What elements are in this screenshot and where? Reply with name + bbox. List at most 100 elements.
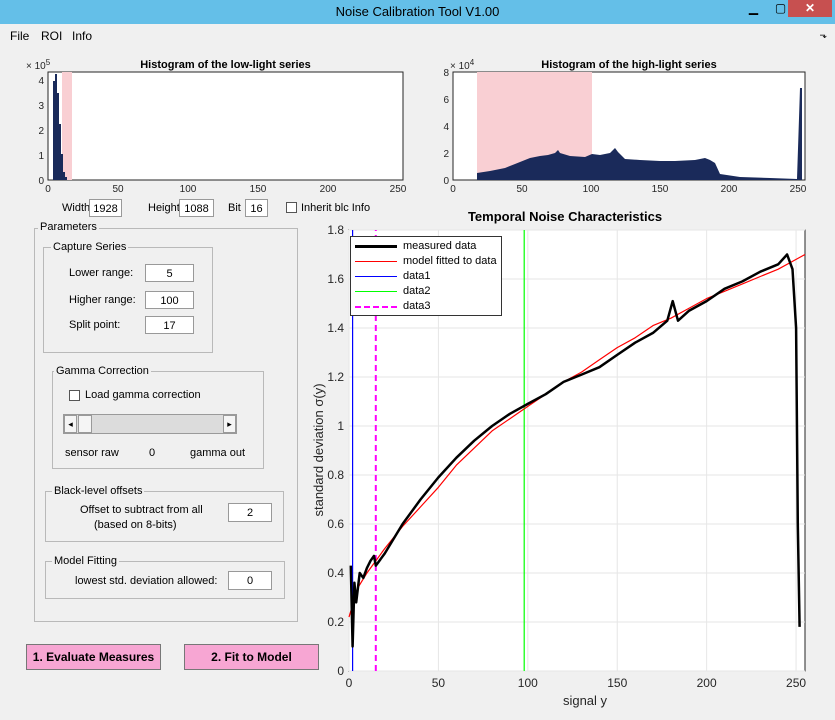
chart-legend[interactable]: measured data model fitted to data data1… (350, 236, 502, 316)
bit-label: Bit (228, 202, 241, 214)
svg-text:100: 100 (180, 184, 197, 195)
svg-text:250: 250 (390, 184, 407, 195)
svg-text:0: 0 (38, 176, 44, 187)
x-tick-label: 250 (786, 676, 806, 690)
legend-label: data3 (403, 300, 431, 312)
menu-file[interactable]: File (10, 29, 29, 43)
hist-high-xticks: 0 50 100 150 200 250 (450, 184, 807, 195)
hist-low-xticks: 0 50 100 150 200 250 (45, 184, 407, 195)
close-button[interactable]: ✕ (788, 0, 832, 17)
svg-text:6: 6 (443, 95, 449, 106)
lowest-std-input[interactable]: 0 (228, 571, 272, 590)
hist-high-chart: × 104 0 2 4 6 8 0 50 100 150 200 250 (443, 58, 807, 195)
legend-swatch (355, 276, 397, 277)
evaluate-measures-button[interactable]: 1. Evaluate Measures (26, 644, 161, 670)
black-level-line1: Offset to subtract from all (80, 504, 203, 516)
svg-text:8: 8 (443, 68, 449, 79)
chart-ylabel: standard deviation σ(y) (311, 383, 326, 516)
legend-swatch (355, 291, 397, 292)
menu-roi[interactable]: ROI (41, 29, 62, 43)
minimize-button[interactable]: ▁ (740, 0, 767, 17)
svg-text:4: 4 (38, 76, 44, 87)
y-tick-label: 1.2 (327, 370, 344, 384)
inherit-blc-checkbox[interactable] (286, 202, 297, 213)
legend-label: data2 (403, 285, 431, 297)
app-window: Noise Calibration Tool V1.00 ▁ ▢ ✕ File … (0, 0, 835, 720)
gamma-out-label: gamma out (190, 447, 246, 459)
svg-text:2: 2 (38, 126, 44, 137)
height-label: Height (148, 202, 180, 214)
split-point-input[interactable]: 17 (145, 316, 194, 334)
svg-text:200: 200 (320, 184, 337, 195)
sensor-raw-label: sensor raw (65, 447, 119, 459)
menu-info[interactable]: Info (72, 29, 92, 43)
y-tick-label: 1 (337, 419, 344, 433)
svg-text:4: 4 (443, 122, 449, 133)
svg-text:2: 2 (443, 149, 449, 160)
svg-text:150: 150 (652, 184, 669, 195)
hist-low-chart: × 105 0 1 2 3 4 0 50 100 150 200 250 (26, 58, 407, 195)
svg-text:0: 0 (45, 184, 51, 195)
svg-text:150: 150 (250, 184, 267, 195)
x-tick-label: 0 (346, 676, 353, 690)
legend-label: data1 (403, 270, 431, 282)
hist-high-yticks: 0 2 4 6 8 (443, 68, 449, 187)
slider-thumb[interactable] (78, 415, 92, 433)
svg-text:200: 200 (721, 184, 738, 195)
parameters-title: Parameters (38, 221, 99, 233)
black-level-input[interactable]: 2 (228, 503, 272, 522)
height-input[interactable]: 1088 (179, 199, 214, 217)
legend-swatch (355, 245, 397, 248)
slider-right-arrow-icon[interactable]: ▸ (223, 415, 236, 433)
legend-swatch (355, 306, 397, 308)
y-tick-label: 1.8 (327, 223, 344, 237)
svg-text:50: 50 (112, 184, 124, 195)
fit-to-model-button[interactable]: 2. Fit to Model (184, 644, 319, 670)
lowest-std-label: lowest std. deviation allowed: (75, 575, 218, 587)
slider-left-arrow-icon[interactable]: ◂ (64, 415, 77, 433)
model-fitting-title: Model Fitting (52, 555, 119, 567)
legend-label: model fitted to data (403, 255, 497, 267)
x-tick-label: 150 (607, 676, 627, 690)
menu-bar: File ROI Info (0, 26, 835, 46)
gamma-slider[interactable]: ◂ ▸ (63, 414, 237, 434)
hist-low-highlight (62, 72, 72, 180)
width-input[interactable]: 1928 (89, 199, 122, 217)
higher-range-label: Higher range: (69, 294, 136, 306)
legend-label: measured data (403, 240, 477, 252)
load-gamma-label: Load gamma correction (85, 389, 201, 401)
y-tick-label: 0.8 (327, 468, 344, 482)
x-tick-label: 200 (697, 676, 717, 690)
hist-low-yticks: 0 1 2 3 4 (38, 76, 44, 187)
hist-low-axes (47, 71, 404, 181)
y-tick-label: 1.6 (327, 272, 344, 286)
svg-text:0: 0 (450, 184, 456, 195)
x-tick-label: 50 (432, 676, 446, 690)
y-tick-label: 0.4 (327, 566, 344, 580)
split-point-label: Split point: (69, 319, 121, 331)
black-level-title: Black-level offsets (52, 485, 145, 497)
svg-text:250: 250 (790, 184, 807, 195)
y-tick-label: 1.4 (327, 321, 344, 335)
y-tick-label: 0.6 (327, 517, 344, 531)
bit-input[interactable]: 16 (245, 199, 268, 217)
gamma-title: Gamma Correction (54, 365, 151, 377)
svg-text:0: 0 (443, 176, 449, 187)
svg-text:100: 100 (583, 184, 600, 195)
window-title: Noise Calibration Tool V1.00 (335, 4, 500, 19)
width-label: Width (62, 202, 91, 214)
higher-range-input[interactable]: 100 (145, 291, 194, 309)
svg-text:50: 50 (516, 184, 528, 195)
chart-title: Temporal Noise Characteristics (468, 209, 662, 224)
load-gamma-checkbox[interactable] (69, 390, 80, 401)
hist-low-exponent: × 105 (26, 58, 51, 72)
legend-swatch (355, 261, 397, 262)
gamma-value-label: 0 (149, 447, 156, 459)
lower-range-label: Lower range: (69, 267, 134, 279)
x-tick-label: 100 (518, 676, 538, 690)
y-tick-label: 0 (337, 664, 344, 678)
y-tick-label: 0.2 (327, 615, 344, 629)
dock-icon[interactable]: ⬎ (819, 30, 827, 41)
black-level-line2: (based on 8-bits) (94, 519, 177, 531)
lower-range-input[interactable]: 5 (145, 264, 194, 282)
